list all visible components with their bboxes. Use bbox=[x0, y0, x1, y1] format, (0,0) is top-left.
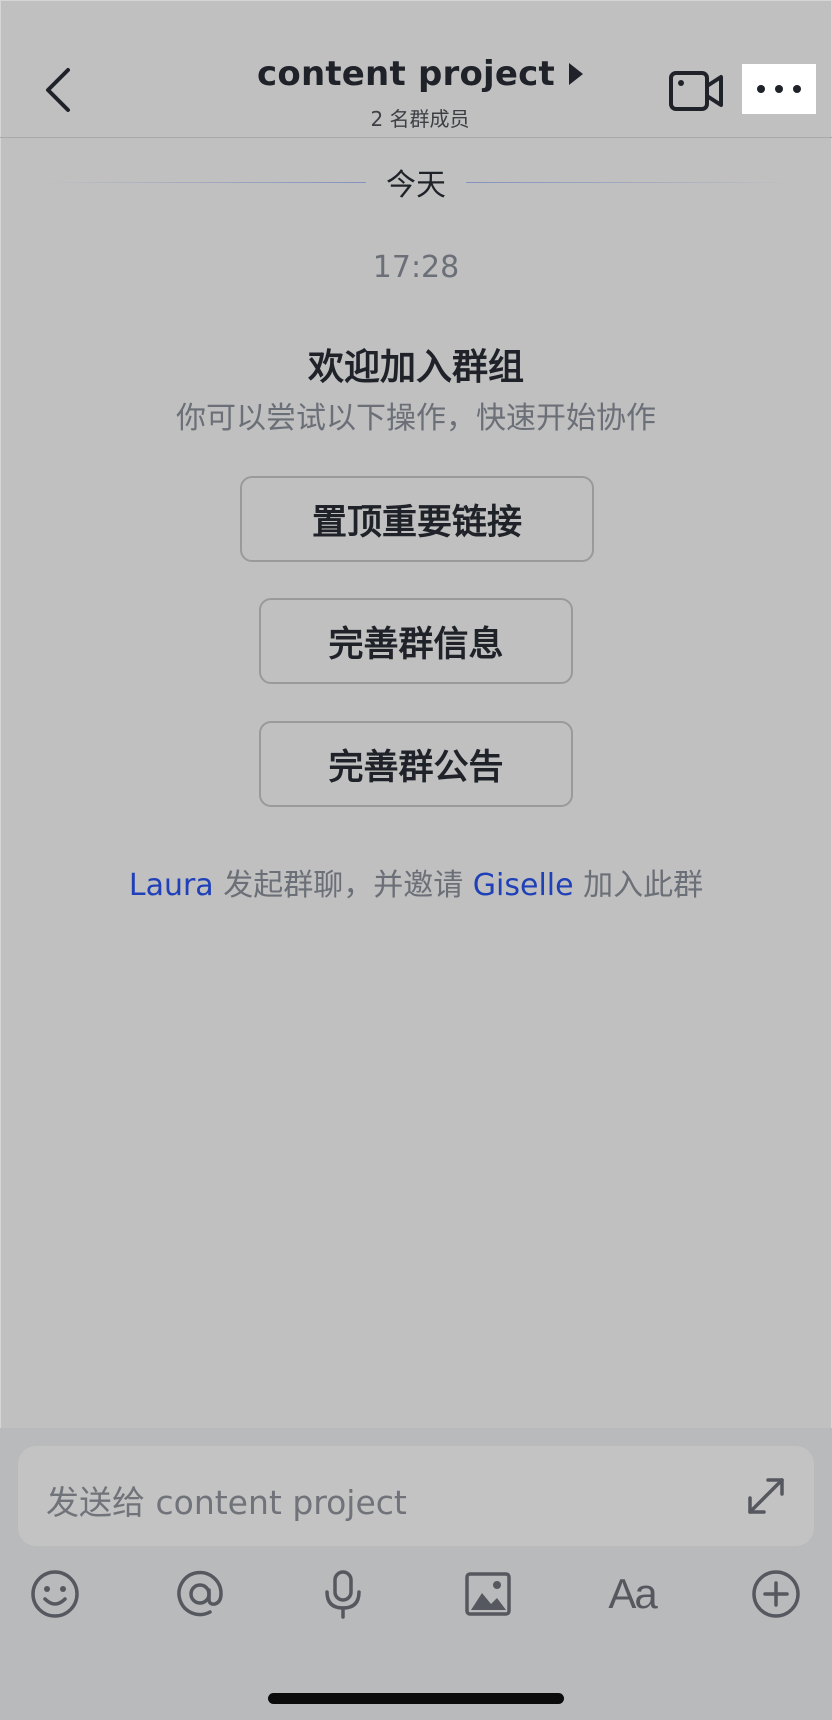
user-link-giselle[interactable]: Giselle bbox=[473, 868, 574, 903]
divider-line bbox=[42, 181, 366, 183]
divider-line bbox=[466, 181, 790, 183]
chat-header: content project 2 名群成员 bbox=[0, 0, 832, 138]
user-link-laura[interactable]: Laura bbox=[129, 868, 214, 903]
back-button[interactable] bbox=[36, 62, 80, 118]
message-input-placeholder: 发送给 content project bbox=[46, 1483, 407, 1522]
emoji-button[interactable] bbox=[27, 1566, 83, 1622]
complete-group-announcement-button[interactable]: 完善群公告 bbox=[259, 721, 573, 807]
chevron-left-icon bbox=[46, 68, 70, 112]
system-message-text: 发起群聊，并邀请 bbox=[213, 868, 473, 903]
image-picker-button[interactable] bbox=[460, 1566, 516, 1622]
mention-icon bbox=[177, 1570, 223, 1617]
complete-group-info-button[interactable]: 完善群信息 bbox=[259, 598, 573, 684]
more-dot-icon bbox=[775, 85, 783, 93]
caret-right-icon bbox=[568, 63, 583, 85]
message-composer: 发送给 content project bbox=[0, 1428, 832, 1720]
system-message: Laura 发起群聊，并邀请 Giselle 加入此群 bbox=[0, 860, 832, 904]
welcome-subtitle: 你可以尝试以下操作，快速开始协作 bbox=[176, 401, 656, 436]
home-indicator[interactable] bbox=[268, 1693, 564, 1704]
group-title: content project bbox=[257, 54, 555, 94]
expand-button[interactable] bbox=[744, 1474, 788, 1518]
text-format-icon: Aa bbox=[608, 1570, 657, 1617]
system-message-suffix: 加入此群 bbox=[573, 868, 704, 903]
mention-button[interactable] bbox=[172, 1566, 228, 1622]
message-time: 17:28 bbox=[372, 250, 460, 285]
message-input[interactable]: 发送给 content project bbox=[18, 1446, 814, 1546]
more-options-button[interactable] bbox=[742, 64, 816, 114]
video-call-button[interactable] bbox=[668, 68, 726, 114]
welcome-title: 欢迎加入群组 bbox=[307, 347, 524, 388]
group-title-button[interactable]: content project bbox=[200, 54, 640, 94]
image-icon bbox=[465, 1572, 511, 1616]
more-actions-button[interactable] bbox=[748, 1566, 804, 1622]
microphone-icon bbox=[325, 1570, 361, 1619]
pin-important-links-button[interactable]: 置顶重要链接 bbox=[240, 476, 594, 562]
text-format-button[interactable]: Aa bbox=[604, 1566, 660, 1622]
voice-input-button[interactable] bbox=[315, 1566, 371, 1622]
add-icon bbox=[752, 1570, 800, 1618]
day-divider: 今天 bbox=[42, 164, 790, 203]
emoji-icon bbox=[31, 1570, 79, 1618]
video-camera-icon bbox=[669, 71, 723, 111]
day-divider-label: 今天 bbox=[386, 168, 446, 203]
more-dot-icon bbox=[793, 85, 801, 93]
expand-icon bbox=[748, 1478, 784, 1514]
more-dot-icon bbox=[757, 85, 765, 93]
member-count: 2 名群成员 bbox=[370, 107, 470, 131]
